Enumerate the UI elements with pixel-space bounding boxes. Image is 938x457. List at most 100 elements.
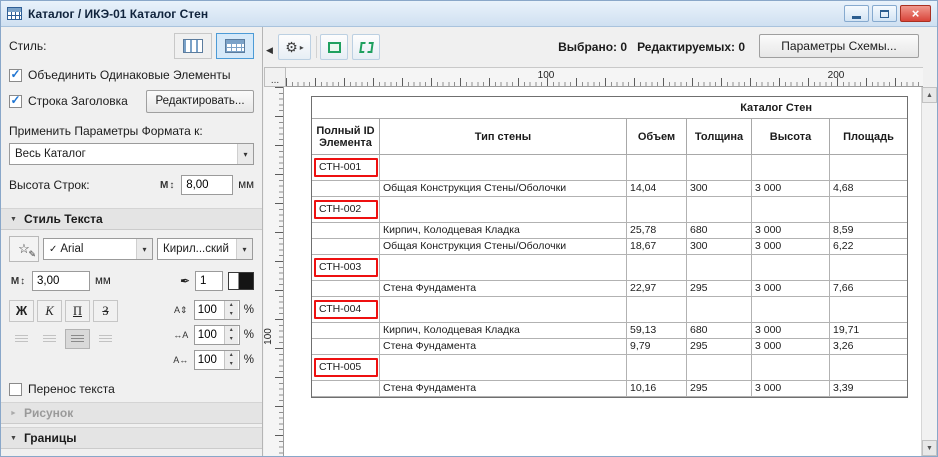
apply-format-select[interactable]: Весь Каталог ▾ bbox=[9, 143, 254, 165]
spin-up-icon[interactable]: ▴ bbox=[225, 301, 238, 310]
select-elements-button[interactable] bbox=[320, 34, 348, 60]
section-open-icon: ▼ bbox=[10, 216, 17, 223]
cell-type bbox=[380, 355, 627, 381]
settings-menu-button[interactable]: ⚙ ▸ bbox=[278, 34, 311, 60]
table-data-row[interactable]: Стена Фундамента10,162953 0003,39 bbox=[312, 381, 907, 397]
column-header[interactable]: Высота bbox=[752, 119, 830, 155]
table-data-row[interactable]: Кирпич, Колодцевая Кладка25,786803 0008,… bbox=[312, 223, 907, 239]
selected-count: Выбрано: 0 bbox=[558, 40, 627, 54]
section-drawing[interactable]: ► Рисунок bbox=[1, 402, 262, 424]
pen-color-swatch[interactable] bbox=[228, 272, 254, 290]
window-title: Каталог / ИКЭ-01 Каталог Стен bbox=[28, 7, 208, 21]
minimize-button[interactable] bbox=[844, 5, 869, 22]
char-spacing-row: A↔ ▴▾ % bbox=[127, 350, 254, 370]
cell-volume: 10,16 bbox=[627, 381, 687, 397]
section-text-style[interactable]: ▼ Стиль Текста bbox=[1, 208, 262, 230]
table-data-row[interactable]: Общая Конструкция Стены/Оболочки18,67300… bbox=[312, 239, 907, 255]
cell-volume bbox=[627, 355, 687, 381]
char-width-input[interactable] bbox=[195, 326, 224, 344]
cell-type: Кирпич, Колодцевая Кладка bbox=[380, 323, 627, 339]
chevron-down-icon[interactable]: ▾ bbox=[237, 144, 253, 164]
table-id-row[interactable]: СТН-005 bbox=[312, 355, 907, 381]
favorites-button[interactable]: ☆ ✎ bbox=[9, 236, 39, 262]
align-center-button[interactable] bbox=[37, 329, 62, 349]
highlighted-id-badge: СТН-003 bbox=[314, 258, 378, 277]
percent-label: % bbox=[244, 304, 254, 316]
section-drawing-label: Рисунок bbox=[24, 406, 73, 420]
spin-up-icon[interactable]: ▴ bbox=[225, 326, 238, 335]
cell-thickness: 295 bbox=[687, 281, 752, 297]
cell-area: 7,66 bbox=[830, 281, 907, 297]
pen-number-input[interactable] bbox=[195, 271, 223, 291]
spin-down-icon[interactable]: ▾ bbox=[225, 310, 238, 319]
italic-button[interactable]: К bbox=[37, 300, 62, 322]
scheme-parameters-button[interactable]: Параметры Схемы... bbox=[759, 34, 919, 58]
cell-height: 3 000 bbox=[752, 381, 830, 397]
scroll-down-button[interactable]: ▼ bbox=[922, 440, 937, 456]
column-header[interactable]: Толщина bbox=[687, 119, 752, 155]
edit-button[interactable]: Редактировать... bbox=[146, 90, 254, 113]
wrap-text-checkbox[interactable]: Перенос текста bbox=[9, 382, 254, 396]
checkbox-unchecked-icon bbox=[9, 383, 22, 396]
scroll-up-button[interactable]: ▲ bbox=[922, 87, 937, 103]
underline-button[interactable]: П bbox=[65, 300, 90, 322]
titlebar[interactable]: Каталог / ИКЭ-01 Каталог Стен × bbox=[1, 1, 937, 27]
table-title-row[interactable]: Каталог Стен bbox=[312, 97, 907, 119]
table-data-row[interactable]: Стена Фундамента22,972953 0007,66 bbox=[312, 281, 907, 297]
table-id-row[interactable]: СТН-003 bbox=[312, 255, 907, 281]
style-grid-button[interactable] bbox=[216, 33, 254, 59]
font-family-select[interactable]: ✓ Arial ▾ bbox=[43, 238, 153, 260]
char-spacing-input[interactable] bbox=[195, 351, 224, 369]
merge-elements-checkbox[interactable]: ✓ Объединить Одинаковые Элементы bbox=[9, 68, 254, 82]
lasso-select-icon bbox=[359, 42, 374, 53]
table-id-row[interactable]: СТН-001 bbox=[312, 155, 907, 181]
chevron-down-icon[interactable]: ▾ bbox=[136, 239, 152, 259]
table-data-row[interactable]: Кирпич, Колодцевая Кладка59,136803 00019… bbox=[312, 323, 907, 339]
header-row-checkbox[interactable]: ✓ Строка Заголовка bbox=[9, 94, 128, 108]
char-spacing-spinner[interactable]: ▴▾ bbox=[194, 350, 240, 370]
cell-area bbox=[830, 155, 907, 181]
percent-label: % bbox=[244, 354, 254, 366]
align-justify-button[interactable] bbox=[93, 329, 118, 349]
style-columns-button[interactable] bbox=[174, 33, 212, 59]
table-id-row[interactable]: СТН-002 bbox=[312, 197, 907, 223]
line-spacing-spinner[interactable]: ▴▾ bbox=[194, 300, 240, 320]
font-size-input[interactable] bbox=[32, 271, 90, 291]
line-spacing-input[interactable] bbox=[195, 301, 224, 319]
cell-thickness: 300 bbox=[687, 239, 752, 255]
vertical-scrollbar[interactable]: ▲ ▼ bbox=[921, 87, 937, 456]
schedule-canvas[interactable]: Каталог Стен Полный ID ЭлементаТип стены… bbox=[284, 87, 921, 456]
spin-down-icon[interactable]: ▾ bbox=[225, 360, 238, 369]
spin-down-icon[interactable]: ▾ bbox=[225, 335, 238, 344]
close-button[interactable]: × bbox=[900, 5, 931, 22]
table-data-row[interactable]: Общая Конструкция Стены/Оболочки14,04300… bbox=[312, 181, 907, 197]
chevron-down-icon[interactable]: ▾ bbox=[236, 239, 252, 259]
cell-id: СТН-003 bbox=[312, 255, 380, 281]
cell-type bbox=[380, 255, 627, 281]
strikethrough-button[interactable]: З bbox=[93, 300, 118, 322]
char-width-spinner[interactable]: ▴▾ bbox=[194, 325, 240, 345]
align-right-button[interactable] bbox=[65, 329, 90, 349]
bold-button[interactable]: Ж bbox=[9, 300, 34, 322]
row-height-input[interactable] bbox=[181, 175, 233, 195]
column-header[interactable]: Объем bbox=[627, 119, 687, 155]
row-height-unit: мм bbox=[238, 179, 254, 191]
spin-up-icon[interactable]: ▴ bbox=[225, 351, 238, 360]
column-header[interactable]: Полный ID Элемента bbox=[312, 119, 380, 155]
char-width-row: ↔A ▴▾ % bbox=[127, 325, 254, 345]
section-borders[interactable]: ▼ Границы bbox=[1, 427, 262, 449]
align-left-button[interactable] bbox=[9, 329, 34, 349]
column-header[interactable]: Тип стены bbox=[380, 119, 627, 155]
ruler-options-button[interactable]: ... bbox=[264, 67, 286, 87]
cell-height: 3 000 bbox=[752, 339, 830, 355]
table-data-row[interactable]: Стена Фундамента9,792953 0003,26 bbox=[312, 339, 907, 355]
font-script-value: Кирил...ский bbox=[163, 243, 229, 255]
table-body: СТН-001Общая Конструкция Стены/Оболочки1… bbox=[312, 155, 907, 397]
font-script-select[interactable]: Кирил...ский ▾ bbox=[157, 238, 253, 260]
maximize-button[interactable] bbox=[872, 5, 897, 22]
schedule-table: Каталог Стен Полный ID ЭлементаТип стены… bbox=[311, 96, 908, 398]
column-header[interactable]: Площадь bbox=[830, 119, 907, 155]
table-id-row[interactable]: СТН-004 bbox=[312, 297, 907, 323]
select-region-button[interactable] bbox=[352, 34, 380, 60]
collapse-sidebar-icon[interactable]: ◀ bbox=[266, 45, 273, 55]
